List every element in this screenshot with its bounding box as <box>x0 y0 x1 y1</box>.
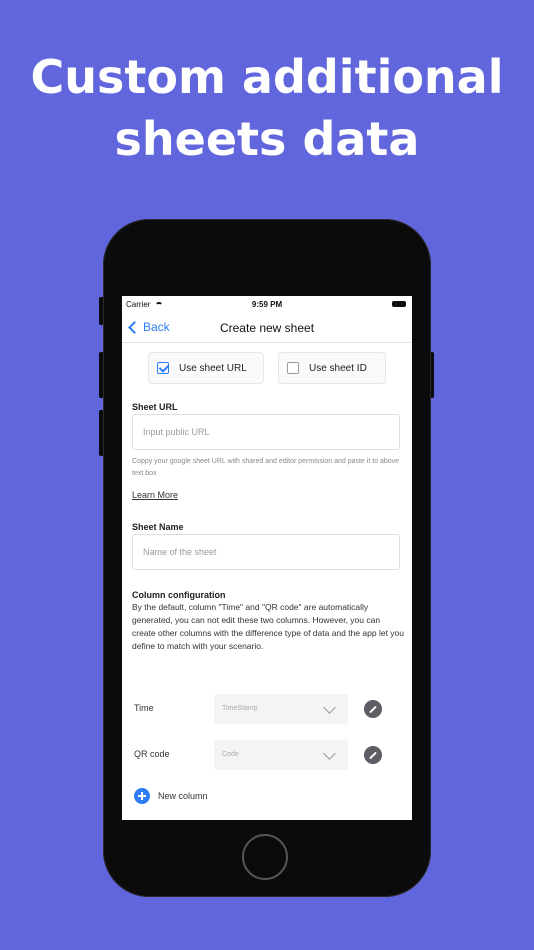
column-row-qr-code: QR code Code <box>122 740 412 770</box>
checkbox-checked-icon[interactable] <box>157 362 169 374</box>
chevron-down-icon <box>323 747 336 760</box>
pencil-icon <box>369 751 377 759</box>
battery-icon <box>392 301 406 307</box>
column-configuration-description: By the default, column "Time" and "QR co… <box>132 602 405 651</box>
home-button <box>242 834 288 880</box>
column-type-select: Code <box>214 740 348 770</box>
page-title: Create new sheet <box>219 321 315 335</box>
pencil-icon <box>369 705 377 713</box>
headline-line-2: sheets data <box>114 112 420 166</box>
column-name: QR code <box>134 749 170 759</box>
headline-line-1: Custom additional <box>30 50 504 104</box>
column-configuration-title: Column configuration <box>132 590 226 600</box>
use-sheet-url-label: Use sheet URL <box>179 362 247 374</box>
app-screen: Carrier 9:59 PM Back Create new sheet Us… <box>122 296 412 820</box>
sheet-url-label: Sheet URL <box>132 402 178 412</box>
sheet-name-input[interactable]: Name of the sheet <box>132 534 400 570</box>
column-type-value: Code <box>222 751 239 758</box>
use-sheet-id-option[interactable]: Use sheet ID <box>278 352 386 384</box>
use-sheet-url-option[interactable]: Use sheet URL <box>148 352 264 384</box>
edit-column-button[interactable] <box>364 746 382 764</box>
column-type-select: TimeStamp <box>214 694 348 724</box>
edit-column-button[interactable] <box>364 700 382 718</box>
checkbox-unchecked-icon[interactable] <box>287 362 299 374</box>
sheet-url-helper: Coppy your google sheet URL with shared … <box>132 458 400 477</box>
navigation-bar: Back Create new sheet <box>122 312 412 343</box>
headline: Custom additional sheets data <box>0 46 534 170</box>
status-bar: Carrier 9:59 PM <box>122 296 412 312</box>
learn-more-link[interactable]: Learn More <box>132 490 178 500</box>
sheet-url-input[interactable]: Input public URL <box>132 414 400 450</box>
column-row-time: Time TimeStamp <box>122 694 412 724</box>
column-name: Time <box>134 703 154 713</box>
source-toggle: Use sheet URL Use sheet ID <box>122 352 412 386</box>
column-type-value: TimeStamp <box>222 705 258 712</box>
status-time: 9:59 PM <box>251 300 283 309</box>
plus-circle-icon <box>134 788 150 804</box>
sheet-name-label: Sheet Name <box>132 522 184 532</box>
new-column-button[interactable]: New column <box>134 788 208 804</box>
use-sheet-id-label: Use sheet ID <box>309 362 367 374</box>
chevron-down-icon <box>323 701 336 714</box>
new-column-label: New column <box>158 791 208 801</box>
